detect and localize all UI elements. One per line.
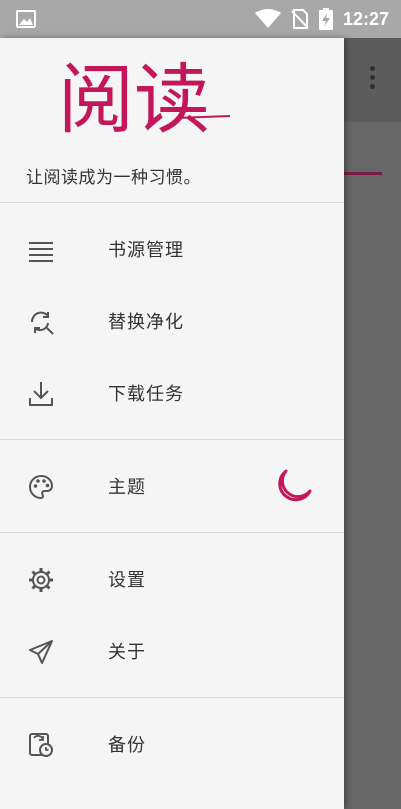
menu-group-2: 主题 [0,440,344,532]
wifi-icon [254,9,281,28]
menu-label: 设置 [108,570,146,591]
menu-item-book-source[interactable]: 书源管理 [0,213,344,285]
menu-group-3: 设置 关于 [0,533,344,697]
refresh-search-icon [30,311,54,335]
background-toolbar [344,38,401,122]
palette-icon [29,475,54,500]
svg-text:阅读: 阅读 [58,55,210,142]
drawer-header: 阅读 让阅读成为一种习惯。 [0,38,344,202]
navigation-drawer: 阅读 让阅读成为一种习惯。 书源管理 替换净化 下载任务 主题 设置 关于 备份 [0,38,344,809]
menu-item-backup[interactable]: 备份 [0,708,344,780]
menu-item-settings[interactable]: 设置 [0,543,344,615]
menu-label: 下载任务 [108,384,184,405]
menu-group-1: 书源管理 替换净化 下载任务 [0,203,344,439]
battery-charging-icon [318,8,333,30]
gear-icon [29,568,53,592]
menu-group-4: 备份 [0,698,344,790]
backup-icon [29,733,53,757]
menu-label: 替换净化 [108,312,184,333]
night-mode-icon[interactable] [274,465,314,505]
image-icon [16,10,36,28]
status-bar: 12:27 [0,0,401,38]
more-vert-icon[interactable] [370,66,375,89]
menu-label: 关于 [108,642,146,663]
status-time: 12:27 [342,8,389,29]
app-logo: 阅读 [58,55,231,142]
menu-item-theme[interactable]: 主题 [0,450,344,522]
menu-item-about[interactable]: 关于 [0,615,344,687]
app-slogan: 让阅读成为一种习惯。 [26,168,201,188]
no-sim-icon [291,9,309,29]
menu-item-replace-purify[interactable]: 替换净化 [0,285,344,357]
list-icon [29,242,53,262]
menu-label: 书源管理 [108,240,184,261]
menu-label: 主题 [108,477,146,498]
tab-indicator [344,172,382,175]
menu-item-download-tasks[interactable]: 下载任务 [0,357,344,429]
send-icon [29,640,53,664]
background-app[interactable] [344,38,401,809]
menu-label: 备份 [108,735,146,756]
download-icon [29,382,53,406]
